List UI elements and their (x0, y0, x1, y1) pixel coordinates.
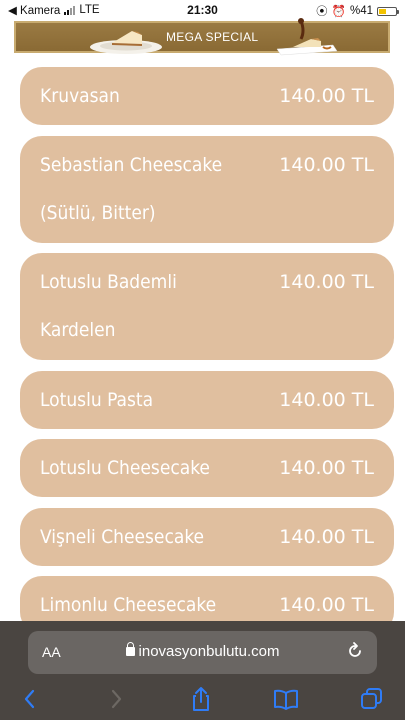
menu-item[interactable]: Lotuslu Bademli Kardelen 140.00 TL (20, 253, 394, 360)
tabs-icon[interactable] (358, 685, 386, 713)
bookmarks-icon[interactable] (272, 685, 300, 713)
menu-item[interactable]: Vişneli Cheesecake 140.00 TL (20, 508, 394, 566)
menu-item-price: 140.00 TL (279, 526, 374, 548)
menu-item-name: Kardelen (40, 319, 116, 341)
dessert-plate-image (276, 18, 338, 56)
menu-item-name: Vişneli Cheesecake (40, 526, 205, 548)
cake-plate-image (90, 31, 162, 54)
alarm-icon: ⏰ (331, 6, 346, 18)
menu-item-name: Lotuslu Bademli (40, 271, 177, 293)
battery-percent: %41 (349, 5, 373, 17)
address-bar[interactable]: AA inovasyonbulutu.com (28, 631, 377, 674)
browser-toolbar (0, 681, 405, 717)
back-icon[interactable] (16, 685, 44, 713)
status-bar: ◀ Kamera LTE 21:30 ⦿ ⏰ %41 (0, 0, 405, 20)
menu-item-price: 140.00 TL (279, 85, 374, 107)
lock-icon (125, 642, 135, 656)
browser-bar: AA inovasyonbulutu.com (0, 621, 405, 720)
menu-item-name: (Sütlü, Bitter) (40, 202, 156, 224)
forward-icon[interactable] (102, 685, 130, 713)
banner-title: MEGA SPECIAL (166, 30, 259, 44)
menu-item-name: Sebastian Cheescake (40, 154, 223, 176)
share-icon[interactable] (187, 685, 215, 713)
menu-item[interactable]: Lotuslu Cheesecake 140.00 TL (20, 439, 394, 497)
menu-item-name: Lotuslu Cheesecake (40, 457, 210, 479)
battery-icon (377, 6, 399, 16)
menu-item-price: 140.00 TL (279, 389, 374, 411)
menu-item-price: 140.00 TL (279, 154, 374, 176)
url-text: inovasyonbulutu.com (138, 643, 280, 660)
menu-item-name: Kruvasan (40, 85, 120, 107)
menu-item[interactable]: Lotuslu Pasta 140.00 TL (20, 371, 394, 429)
promo-banner[interactable]: MEGA SPECIAL (14, 18, 390, 56)
reload-icon[interactable] (345, 641, 365, 661)
menu-item[interactable]: Kruvasan 140.00 TL (20, 67, 394, 125)
menu-item-name: Lotuslu Pasta (40, 389, 154, 411)
menu-item-price: 140.00 TL (279, 271, 374, 293)
menu-item[interactable]: Sebastian Cheescake (Sütlü, Bitter) 140.00… (20, 136, 394, 243)
menu-item-price: 140.00 TL (279, 457, 374, 479)
